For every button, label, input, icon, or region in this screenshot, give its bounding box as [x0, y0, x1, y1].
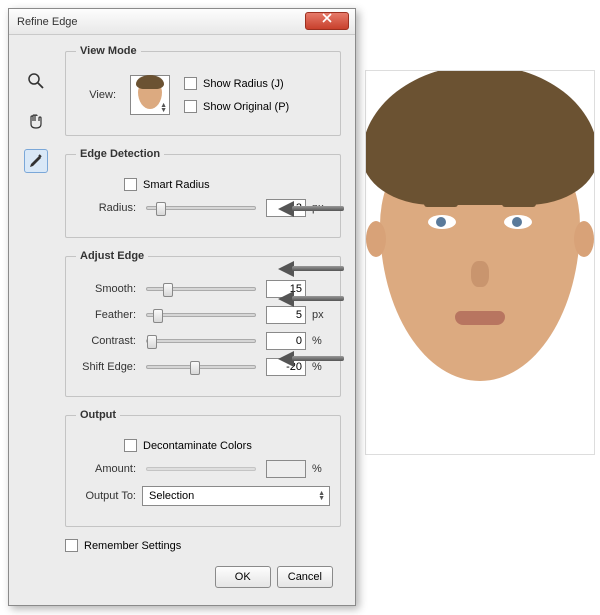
decontaminate-label: Decontaminate Colors	[143, 440, 252, 452]
chevron-updown-icon: ▲▼	[318, 491, 325, 501]
feather-label: Feather:	[76, 309, 136, 321]
refine-brush-tool-icon[interactable]	[24, 149, 48, 173]
radius-unit: px	[312, 202, 330, 214]
preview-canvas	[365, 70, 595, 455]
zoom-tool-icon[interactable]	[24, 69, 48, 93]
output-group: Output Decontaminate Colors Amount: % Ou…	[65, 409, 341, 527]
close-icon	[322, 13, 332, 23]
amount-label: Amount:	[76, 463, 136, 475]
hand-tool-icon[interactable]	[24, 109, 48, 133]
adjust-edge-group: Adjust Edge Smooth: 15 Feather: 5 px Con…	[65, 250, 341, 397]
feather-unit: px	[312, 309, 330, 321]
dialog-title: Refine Edge	[17, 16, 347, 28]
amount-unit: %	[312, 463, 330, 475]
cancel-button[interactable]: Cancel	[277, 566, 333, 588]
shift-edge-input[interactable]: -20	[266, 358, 306, 376]
output-legend: Output	[76, 409, 120, 421]
edge-detection-legend: Edge Detection	[76, 148, 164, 160]
contrast-input[interactable]: 0	[266, 332, 306, 350]
view-label: View:	[76, 89, 116, 101]
output-to-label: Output To:	[76, 490, 136, 502]
show-original-label: Show Original (P)	[203, 101, 289, 113]
contrast-unit: %	[312, 335, 330, 347]
refine-edge-dialog: Refine Edge View Mode View:	[8, 8, 356, 606]
smooth-label: Smooth:	[76, 283, 136, 295]
decontaminate-checkbox[interactable]	[124, 439, 137, 452]
show-original-checkbox[interactable]	[184, 100, 197, 113]
contrast-label: Contrast:	[76, 335, 136, 347]
feather-slider[interactable]	[146, 313, 256, 317]
adjust-edge-legend: Adjust Edge	[76, 250, 148, 262]
smooth-input[interactable]: 15	[266, 280, 306, 298]
smart-radius-checkbox[interactable]	[124, 178, 137, 191]
radius-input[interactable]: 3	[266, 199, 306, 217]
close-button[interactable]	[305, 12, 349, 30]
smart-radius-label: Smart Radius	[143, 179, 210, 191]
show-radius-checkbox[interactable]	[184, 77, 197, 90]
view-mode-selector[interactable]: ▲▼	[130, 75, 170, 115]
remember-settings-label: Remember Settings	[84, 540, 181, 552]
output-to-value: Selection	[149, 490, 194, 502]
radius-slider[interactable]	[146, 206, 256, 210]
amount-slider	[146, 467, 256, 471]
remember-settings-checkbox[interactable]	[65, 539, 78, 552]
titlebar[interactable]: Refine Edge	[9, 9, 355, 35]
shift-edge-label: Shift Edge:	[76, 361, 136, 373]
view-mode-group: View Mode View: ▲▼ Show Radius (J)	[65, 45, 341, 136]
show-radius-label: Show Radius (J)	[203, 78, 284, 90]
feather-input[interactable]: 5	[266, 306, 306, 324]
shift-edge-unit: %	[312, 361, 330, 373]
edge-detection-group: Edge Detection Smart Radius Radius: 3 px	[65, 148, 341, 238]
smooth-slider[interactable]	[146, 287, 256, 291]
output-to-select[interactable]: Selection ▲▼	[142, 486, 330, 506]
radius-label: Radius:	[76, 202, 136, 214]
preview-face	[380, 121, 580, 381]
contrast-slider[interactable]	[146, 339, 256, 343]
ok-button[interactable]: OK	[215, 566, 271, 588]
shift-edge-slider[interactable]	[146, 365, 256, 369]
view-mode-legend: View Mode	[76, 45, 141, 57]
amount-input	[266, 460, 306, 478]
